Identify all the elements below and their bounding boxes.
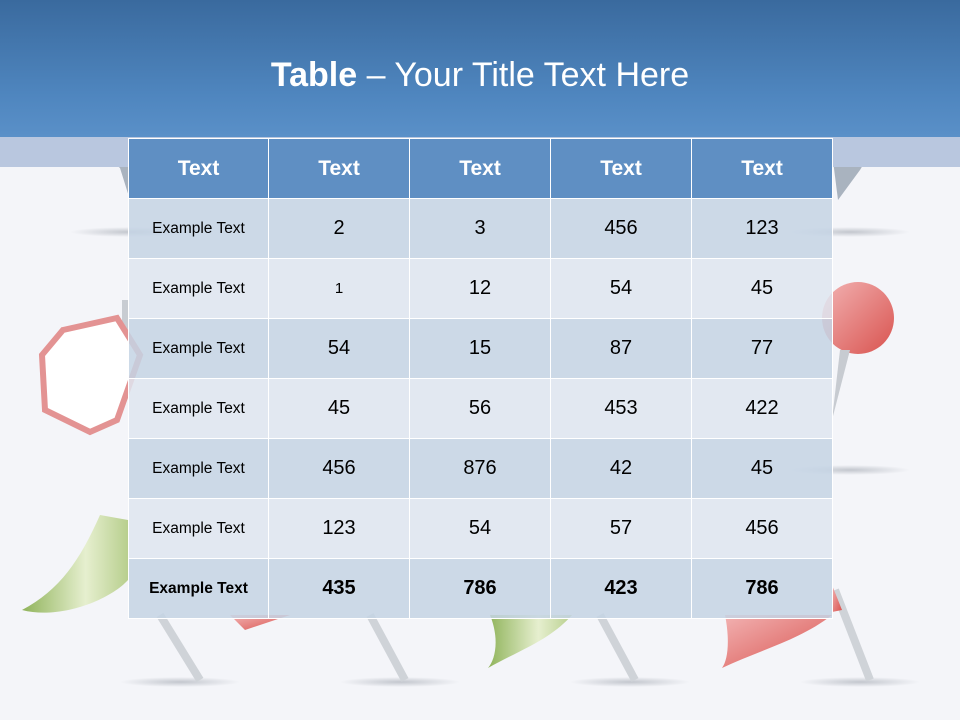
table-cell: 423 [550, 558, 692, 619]
table-row: Example Text 1 12 54 45 [128, 258, 833, 319]
table-cell: 123 [691, 198, 833, 259]
table-cell: 54 [409, 498, 551, 559]
table-total-row: Example Text 435 786 423 786 [128, 558, 833, 619]
table-cell: 435 [268, 558, 410, 619]
table-row: Example Text 45 56 453 422 [128, 378, 833, 439]
column-header: Text [691, 138, 833, 199]
table-cell: 786 [691, 558, 833, 619]
table-cell: 45 [268, 378, 410, 439]
table-cell: 42 [550, 438, 692, 499]
table-cell: 57 [550, 498, 692, 559]
table-cell: 77 [691, 318, 833, 379]
table-cell: 876 [409, 438, 551, 499]
title-rest: – Your Title Text Here [357, 56, 690, 94]
table-cell: 54 [268, 318, 410, 379]
row-label: Example Text [128, 558, 269, 619]
slide-title: Table – Your Title Text Here [0, 52, 960, 98]
table-cell: 123 [268, 498, 410, 559]
row-label: Example Text [128, 318, 269, 379]
table-header-row: Text Text Text Text Text [128, 138, 833, 199]
table-row: Example Text 54 15 87 77 [128, 318, 833, 379]
column-header: Text [268, 138, 410, 199]
table-cell: 45 [691, 258, 833, 319]
table-cell: 15 [409, 318, 551, 379]
table-cell: 1 [268, 258, 410, 319]
row-label: Example Text [128, 498, 269, 559]
table-row: Example Text 123 54 57 456 [128, 498, 833, 559]
table-cell: 12 [409, 258, 551, 319]
column-header: Text [550, 138, 692, 199]
title-bold: Table [270, 56, 358, 94]
table-cell: 2 [268, 198, 410, 259]
table-cell: 45 [691, 438, 833, 499]
table-cell: 786 [409, 558, 551, 619]
table-cell: 87 [550, 318, 692, 379]
table-cell: 54 [550, 258, 692, 319]
row-label: Example Text [128, 258, 269, 319]
table-cell: 456 [268, 438, 410, 499]
table-row: Example Text 2 3 456 123 [128, 198, 833, 259]
row-label: Example Text [128, 438, 269, 499]
data-table: Text Text Text Text Text Example Text 2 … [128, 138, 833, 619]
table-cell: 453 [550, 378, 692, 439]
slide: Table – Your Title Text Here Text Text T… [0, 0, 960, 720]
table-cell: 456 [550, 198, 692, 259]
column-header: Text [128, 138, 269, 199]
table-cell: 422 [691, 378, 833, 439]
table-cell: 56 [409, 378, 551, 439]
table-cell: 3 [409, 198, 551, 259]
column-header: Text [409, 138, 551, 199]
hexagon-pin-icon [38, 300, 144, 436]
table-cell: 456 [691, 498, 833, 559]
row-label: Example Text [128, 378, 269, 439]
table-row: Example Text 456 876 42 45 [128, 438, 833, 499]
row-label: Example Text [128, 198, 269, 259]
